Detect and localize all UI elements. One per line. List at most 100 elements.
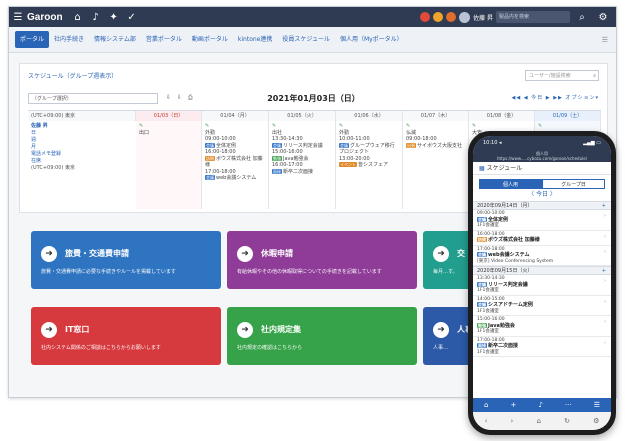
card-it-desk[interactable]: ➜ IT窓口 社内システム関係のご相談はこちらからお願いします [31,307,221,365]
day-cell[interactable]: ✎ 出口 [136,121,202,209]
event-title-text[interactable]: Java勉強会 [283,156,309,162]
day-header[interactable]: 01/08（金） [469,111,535,121]
back-icon[interactable]: ‹ [485,417,488,425]
event-title[interactable]: 面接 新卒二次面接 [272,168,332,176]
phone-memo-link[interactable]: 電話メモ登録 [31,151,133,158]
search-icon[interactable]: ⌕ [593,71,596,81]
day-cell[interactable]: ✎ 仏滅 09:00-18:00 出張 サイボウズ大阪支社 [403,121,469,209]
card-travel-expense[interactable]: ➜ 旅費・交通費申請 旅費・交通費申請に必要な手続きやルールを掲載しています [31,231,221,289]
event-tag: 会議 [339,142,349,148]
event-title-text[interactable]: 新卒二次面接 [283,169,313,175]
tab-kintone[interactable]: kintone連携 [233,31,277,48]
view-link-day[interactable]: 日 [31,130,133,137]
presence-link[interactable]: 在席 [31,158,133,165]
toggle-personal[interactable]: 個人用 [479,179,542,189]
card-leave-request[interactable]: ➜ 休暇申請 有給休暇やその他の休暇取得についての手続きを記載しています [227,231,417,289]
user-name[interactable]: 佐藤 昇 [473,13,493,22]
item-sub: 1F1会議室 [477,329,499,334]
more-icon[interactable]: ··· [565,401,572,409]
list-item[interactable]: 09:00-10:00 会議 全体定例 1F1会議室 › [473,210,611,231]
avatar[interactable] [459,11,471,23]
user-search-input[interactable]: ⌕ ユーザー/施設検索 [525,70,599,81]
event-tag: 訪問 [205,155,215,161]
event-tag: 面接 [272,168,282,174]
tab-video-portal[interactable]: 動画ポータル [187,31,233,48]
search-input[interactable]: 製品内を検索 [496,11,570,23]
tab-executive-schedule[interactable]: 役員スケジュール [277,31,335,48]
event-title-text[interactable]: web会議システム [216,175,256,181]
event-title-text[interactable]: 皆シスフェア [358,162,388,168]
day-cell[interactable]: ✎ 外勤 10:00-11:00 会議 グループウェア移行プロジェクト 13:00… [336,121,403,209]
notification-icon-3[interactable] [446,12,457,22]
day-cell[interactable]: ✎ 外勤 09:00-10:00 会議 全体定例 16:00-18:00 訪問 ボウ… [202,121,269,209]
item-title: web会議システム [488,252,530,258]
search-icon[interactable]: ⌕ [573,9,591,25]
favorites-icon[interactable]: ✦ [105,9,123,25]
item-time: 09:00-10:00 [477,211,505,216]
card-description: 社内規定の確認はこちらから [237,345,303,351]
toggle-group-day[interactable]: グループ日 [542,179,605,189]
day-header[interactable]: 01/04（月） [202,111,269,121]
event-title[interactable]: 出張 サイボウズ大阪支社 [406,142,465,150]
add-icon[interactable]: + [511,401,517,409]
notification-icon[interactable] [420,12,431,22]
event-title[interactable]: 会議 web会議システム [205,175,265,182]
forward-icon[interactable]: › [511,417,514,425]
tab-portal[interactable]: ポータル [15,31,50,48]
view-link-month[interactable]: 月 [31,144,133,151]
tab-my-portal[interactable]: 個人用（Myポータル） [335,31,408,48]
portal-menu-icon[interactable]: ☰ [602,36,608,44]
bell-icon[interactable]: ♪ [538,401,542,409]
reload-icon[interactable]: ↻ [564,417,570,425]
item-title: リリース判定会議 [488,281,528,288]
check-icon[interactable]: ✓ [123,9,141,25]
home-icon[interactable]: ⌂ [536,417,540,425]
event-title[interactable]: イベント 皆シスフェア [339,162,399,169]
notification-icon-2[interactable] [433,12,444,22]
app-menu-icon[interactable]: ☰ [9,9,27,25]
list-item[interactable]: 17:00-18:00 面接 新卒二次面接 1F1会議室 › [473,337,611,357]
calendar-icon: ▦ [479,165,487,172]
list-item[interactable]: 17:00-18:00 会議 web会議システム [東京] Video Confere… [473,246,611,266]
item-sub: 1F1会議室 [477,349,499,355]
gear-icon[interactable]: ⚙ [594,9,612,25]
phone-date-nav[interactable]: 〈 今日 〉 [473,189,611,201]
home-icon[interactable]: ⌂ [69,9,87,25]
bell-icon[interactable]: ♪ [87,9,105,25]
date-nav-controls[interactable]: ◀◀ ◀ 今日 ▶ ▶▶ オプション▾ [511,94,599,101]
user-name[interactable]: 佐藤 昇 [31,123,133,130]
menu-icon[interactable]: ☰ [594,401,600,409]
phone-screen: 10:10 ◂ ▂▄▆ ▭ 個人用 https://www.....cybozu.c… [473,136,611,430]
timezone-header: (UTC+09:00) 東京 [28,111,136,121]
event-title-text[interactable]: 全体定例 [216,143,236,149]
card-regulations[interactable]: ➜ 社内規定集 社内規定の確認はこちらから [227,307,417,365]
phone-time: 10:10 ◂ [483,140,502,146]
tab-sales-portal[interactable]: 営業ポータル [141,31,187,48]
list-item[interactable]: 14:00-15:00 会議 シスアドチーム定例 1F1会議室 › [473,296,611,316]
phone-url-bar[interactable]: 個人用 https://www.....cybozu.com/garoon/sch… [473,150,611,162]
day-header[interactable]: 01/09（土） [535,111,601,121]
phone-view-toggle[interactable]: 個人用 グループ日 [479,179,605,189]
settings-icon[interactable]: ⚙ [593,417,599,425]
day-header[interactable]: 01/07（木） [403,111,469,121]
event-title[interactable]: 会議 グループウェア移行プロジェクト [339,142,399,156]
home-icon[interactable]: ⌂ [484,401,488,409]
day-header[interactable]: 01/05（火） [269,111,336,121]
tab-procedures[interactable]: 社内手続き [49,31,89,48]
day-header[interactable]: 01/06（水） [336,111,403,121]
list-item[interactable]: 16:00-18:00 訪問 ボウズ株式会社 加藤様 › [473,231,611,246]
tab-it-dept[interactable]: 情報システム部 [89,31,141,48]
event-title-text[interactable]: リリース判定会議 [283,143,323,149]
view-link-week[interactable]: 週 [31,137,133,144]
list-item[interactable]: 15:00-16:00 勉強 Java勉強会 1F1会議室 › [473,316,611,337]
portal-tabs: ポータル 社内手続き 情報システム部 営業ポータル 動画ポータル kintone… [9,27,616,53]
schedule-title[interactable]: スケジュール（グループ週表示） [28,71,117,80]
add-event-icon[interactable]: ✎ [538,123,597,130]
list-item[interactable]: 13:30-14:30 会議 リリース判定会議 1F1会議室 › [473,275,611,296]
event-title-text[interactable]: サイボウズ大阪支社 [417,143,462,149]
day-cell[interactable]: ✎ 出社 13:30-14:30 会議 リリース判定会議 15:00-16:00 … [269,121,336,209]
card-title: 休暇申請 [261,249,293,258]
item-time: 16:00-18:00 [477,231,505,237]
event-title[interactable]: 訪問 ボウズ株式会社 加藤様 [205,155,265,169]
day-header[interactable]: 01/03（日） [136,111,202,121]
